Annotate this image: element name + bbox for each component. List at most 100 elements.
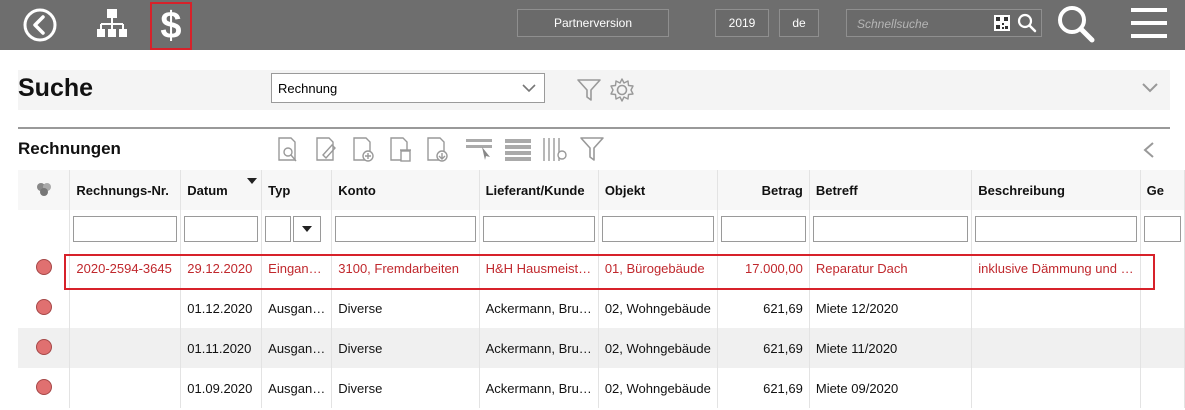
- account-cell: Diverse: [331, 288, 480, 328]
- amount-cell: 621,69: [717, 288, 810, 328]
- column-header-date[interactable]: Datum: [180, 170, 263, 210]
- partner-version-button[interactable]: Partnerversion: [517, 9, 669, 37]
- filter-object[interactable]: [601, 216, 714, 242]
- filter-supplier-customer[interactable]: [482, 216, 595, 242]
- dropdown-arrow-icon: [302, 226, 313, 232]
- invoice-number-cell: [69, 368, 182, 408]
- select-rows-icon[interactable]: [466, 139, 492, 160]
- type-cell: Ausgan…: [261, 328, 333, 368]
- invoice-number-cell: [69, 288, 182, 328]
- delete-document-icon[interactable]: [390, 137, 411, 162]
- account-cell: Diverse: [331, 368, 480, 408]
- expand-chevron-icon[interactable]: [1142, 141, 1156, 159]
- column-header-more[interactable]: Ge: [1140, 170, 1185, 210]
- filter-description[interactable]: [975, 216, 1137, 242]
- column-header-subject[interactable]: Betreff: [809, 170, 973, 210]
- hierarchy-icon[interactable]: [95, 7, 129, 41]
- subject-cell: Miete 11/2020: [809, 328, 973, 368]
- search-type-select[interactable]: Rechnung: [271, 73, 545, 103]
- search-type-value: Rechnung: [278, 81, 338, 96]
- column-header-invoice-number[interactable]: Rechnungs-Nr.: [69, 170, 182, 210]
- status-column-header[interactable]: [18, 170, 71, 210]
- table-rows-icon[interactable]: [505, 139, 531, 161]
- column-header-description[interactable]: Beschreibung: [971, 170, 1141, 210]
- section-title: Rechnungen: [18, 139, 121, 158]
- table-row[interactable]: 01.09.2020 Ausgan… Diverse Ackermann, Br…: [18, 368, 1185, 408]
- filter-cell-status: [18, 210, 71, 248]
- divider: [18, 127, 1170, 129]
- account-cell: Diverse: [331, 328, 480, 368]
- more-cell: [1140, 288, 1185, 328]
- object-cell: 02, Wohngebäude: [598, 328, 718, 368]
- filter-type: [261, 210, 333, 248]
- edit-document-icon[interactable]: [316, 137, 336, 161]
- invoice-number-cell: [69, 328, 182, 368]
- column-header-amount[interactable]: Betrag: [717, 170, 810, 210]
- type-cell: Ausgan…: [261, 368, 333, 408]
- filter-amount[interactable]: [720, 216, 806, 242]
- menu-icon[interactable]: [1130, 6, 1168, 40]
- description-cell: [971, 368, 1141, 408]
- date-cell: 01.11.2020: [180, 328, 263, 368]
- table-filter-icon[interactable]: [580, 137, 604, 161]
- amount-cell: 621,69: [717, 328, 810, 368]
- sort-descending-icon: [247, 178, 258, 184]
- filter-row: [18, 210, 1185, 248]
- status-dot-icon: [35, 258, 52, 275]
- column-header-object[interactable]: Objekt: [598, 170, 718, 210]
- column-header-supplier-customer[interactable]: Lieferant/Kunde: [479, 170, 599, 210]
- subject-cell: Miete 09/2020: [809, 368, 973, 408]
- view-document-icon[interactable]: [278, 137, 297, 162]
- status-dot-icon: [35, 338, 52, 355]
- top-bar: $ Partnerversion 2019 de: [0, 0, 1185, 50]
- selected-row-highlight: [64, 254, 1155, 290]
- add-document-icon[interactable]: [353, 137, 374, 162]
- table-row[interactable]: 01.12.2020 Ausgan… Diverse Ackermann, Br…: [18, 288, 1185, 328]
- more-cell: [1140, 368, 1185, 408]
- status-cell: [18, 288, 71, 328]
- table-toolbar: [278, 137, 604, 162]
- column-header-type[interactable]: Typ: [261, 170, 333, 210]
- dollar-icon[interactable]: $: [150, 2, 192, 50]
- year-button[interactable]: 2019: [715, 9, 769, 37]
- filter-invoice-number[interactable]: [73, 216, 178, 242]
- status-dot-icon: [35, 298, 52, 315]
- quick-search: [846, 9, 1042, 37]
- status-cell: [18, 368, 71, 408]
- chevron-down-icon: [522, 84, 536, 93]
- object-cell: 02, Wohngebäude: [598, 368, 718, 408]
- filter-more[interactable]: [1143, 216, 1181, 242]
- language-button[interactable]: de: [779, 9, 819, 37]
- search-icon[interactable]: [1017, 13, 1037, 33]
- qr-code-icon[interactable]: [993, 14, 1011, 32]
- amount-cell: 621,69: [717, 368, 810, 408]
- collapse-chevron-icon[interactable]: [1141, 82, 1159, 94]
- date-cell: 01.12.2020: [180, 288, 263, 328]
- status-dot-icon: [35, 378, 52, 395]
- description-cell: [971, 288, 1141, 328]
- filter-type-input[interactable]: [265, 216, 292, 242]
- filter-account[interactable]: [335, 216, 476, 242]
- more-cell: [1140, 328, 1185, 368]
- type-cell: Ausgan…: [261, 288, 333, 328]
- status-cell: [18, 328, 71, 368]
- export-document-icon[interactable]: [427, 137, 448, 162]
- object-cell: 02, Wohngebäude: [598, 288, 718, 328]
- settings-gear-icon[interactable]: [608, 76, 636, 104]
- filter-date[interactable]: [184, 216, 259, 242]
- back-icon[interactable]: [22, 7, 58, 43]
- filter-subject[interactable]: [812, 216, 969, 242]
- column-header-account[interactable]: Konto: [331, 170, 480, 210]
- column-settings-icon[interactable]: [543, 138, 567, 161]
- page-title: Suche: [18, 74, 94, 102]
- table-row[interactable]: 01.11.2020 Ausgan… Diverse Ackermann, Br…: [18, 328, 1185, 368]
- date-cell: 01.09.2020: [180, 368, 263, 408]
- status-filter-icon: [36, 182, 51, 196]
- filter-icon[interactable]: [576, 77, 602, 103]
- table-header-row: Rechnungs-Nr. Datum Typ Konto Lieferant/…: [18, 170, 1185, 210]
- column-header-label: Datum: [187, 182, 228, 198]
- status-cell: [18, 248, 71, 288]
- quick-search-input[interactable]: [855, 14, 989, 34]
- filter-type-dropdown[interactable]: [293, 216, 322, 242]
- advanced-search-icon[interactable]: [1056, 4, 1096, 44]
